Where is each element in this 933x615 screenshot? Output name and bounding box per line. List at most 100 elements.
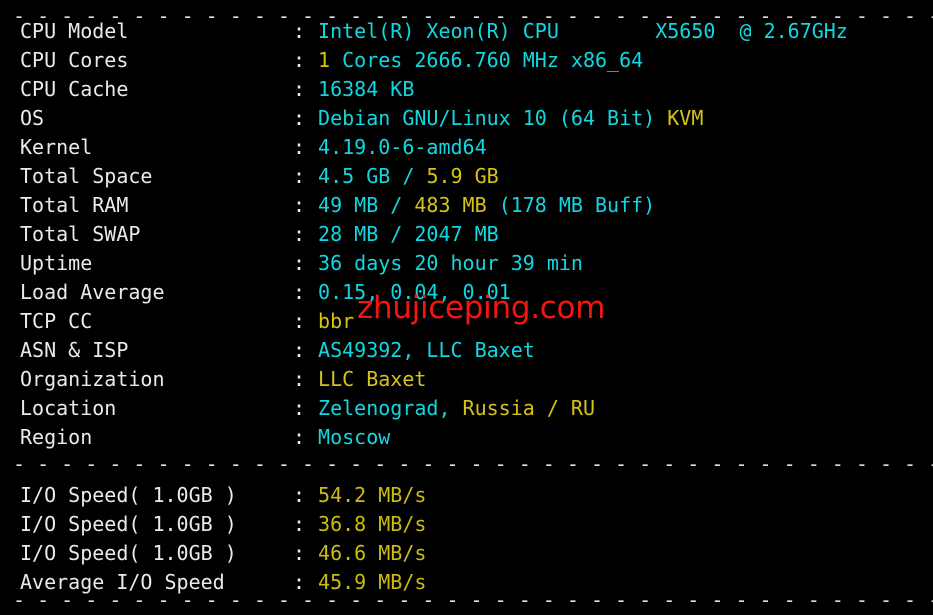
io-row-3-value-part: 46.6 MB/s bbox=[318, 541, 427, 565]
info-row-asn-isp: ASN & ISP: AS49392, LLC Baxet bbox=[0, 336, 933, 365]
info-row-organization-value-part: LLC Baxet bbox=[318, 367, 427, 391]
io-row-2-value: 36.8 MB/s bbox=[318, 510, 426, 539]
info-row-region: Region: Moscow bbox=[0, 423, 933, 452]
info-row-total-ram-value-part: 483 MB bbox=[414, 193, 499, 217]
info-row-tcp-cc-label: TCP CC bbox=[20, 309, 93, 333]
info-row-asn-isp-label: ASN & ISP bbox=[20, 338, 129, 362]
info-row-os-value-part: Debian GNU/Linux 10 (64 Bit) bbox=[318, 106, 668, 130]
info-row-kernel: Kernel:4.19.0-6-amd64 bbox=[0, 133, 933, 162]
info-row-region-value: Moscow bbox=[318, 423, 390, 452]
info-row-cpu-cache-value: 16384 KB bbox=[318, 75, 414, 104]
info-row-cpu-cores-value-part: 2666.760 bbox=[414, 48, 511, 72]
io-row-2-label: I/O Speed( 1.0GB ) bbox=[20, 512, 237, 536]
io-row-1-value: 54.2 MB/s bbox=[318, 481, 426, 510]
info-row-cpu-model: CPU Model: Intel(R) Xeon(R) CPU X5650 @ 2… bbox=[0, 17, 933, 46]
info-row-location-value: Zelenograd, Russia / RU bbox=[318, 394, 595, 423]
info-row-cpu-cores-value-part: 1 bbox=[318, 48, 331, 72]
info-row-total-ram-value-part: 49 MB bbox=[318, 193, 391, 217]
info-row-os-value: Debian GNU/Linux 10 (64 Bit) KVM bbox=[318, 104, 703, 133]
info-row-cpu-cores-label: CPU Cores bbox=[20, 48, 129, 72]
info-row-total-swap-value-part: 28 MB / 2047 MB bbox=[318, 222, 499, 246]
info-row-os-colon: : bbox=[293, 106, 306, 130]
info-row-location-value-part: Zelenograd, bbox=[318, 396, 463, 420]
info-row-total-swap-colon: : bbox=[293, 222, 306, 246]
info-row-total-ram-label: Total RAM bbox=[20, 193, 129, 217]
info-row-cpu-cores-value-part: MHz bbox=[510, 48, 571, 72]
info-row-region-label: Region bbox=[20, 425, 93, 449]
info-row-cpu-model-label: CPU Model bbox=[20, 19, 129, 43]
separator-bottom: - - - - - - - - - - - - - - - - - - - - … bbox=[13, 588, 933, 612]
io-row-1-value-part: 54.2 MB/s bbox=[318, 483, 427, 507]
info-row-cpu-cache-colon: : bbox=[293, 77, 306, 101]
info-row-total-space-value-part: 4.5 GB bbox=[318, 164, 403, 188]
info-row-location-colon: : bbox=[293, 396, 306, 420]
info-row-cpu-model-colon: : bbox=[293, 19, 306, 43]
info-row-total-ram: Total RAM:49 MB / 483 MB (178 MB Buff) bbox=[0, 191, 933, 220]
io-row-1: I/O Speed( 1.0GB ):54.2 MB/s bbox=[0, 481, 933, 510]
info-row-cpu-cores-value: 1 Cores 2666.760 MHz x86_64 bbox=[318, 46, 643, 75]
info-row-total-swap-label: Total SWAP bbox=[20, 222, 141, 246]
info-row-tcp-cc-value-part: bbr bbox=[318, 309, 355, 333]
info-row-cpu-model-value: Intel(R) Xeon(R) CPU X5650 @ 2.67GHz bbox=[318, 17, 848, 46]
info-row-os-label: OS bbox=[20, 106, 45, 130]
io-row-1-colon: : bbox=[293, 483, 306, 507]
info-row-total-space-value-part: / bbox=[402, 164, 427, 188]
info-row-region-value-part: Moscow bbox=[318, 425, 391, 449]
info-row-total-ram-value: 49 MB / 483 MB (178 MB Buff) bbox=[318, 191, 655, 220]
io-row-3-value: 46.6 MB/s bbox=[318, 539, 426, 568]
info-row-organization-colon: : bbox=[293, 367, 306, 391]
info-row-total-swap-value: 28 MB / 2047 MB bbox=[318, 220, 499, 249]
info-row-location: Location: Zelenograd, Russia / RU bbox=[0, 394, 933, 423]
io-row-2-value-part: 36.8 MB/s bbox=[318, 512, 427, 536]
info-row-location-value-part: Russia / RU bbox=[462, 396, 595, 420]
info-row-asn-isp-colon: : bbox=[293, 338, 306, 362]
info-row-uptime-colon: : bbox=[293, 251, 306, 275]
info-row-total-ram-value-part: (178 MB Buff) bbox=[498, 193, 656, 217]
info-row-kernel-value: 4.19.0-6-amd64 bbox=[318, 133, 487, 162]
watermark-zhujiceping: zhujiceping.com bbox=[357, 290, 606, 326]
info-row-organization: Organization: LLC Baxet bbox=[0, 365, 933, 394]
info-row-cpu-cores: CPU Cores:1 Cores 2666.760 MHz x86_64 bbox=[0, 46, 933, 75]
info-row-asn-isp-value: AS49392, LLC Baxet bbox=[318, 336, 535, 365]
info-row-total-space: Total Space:4.5 GB / 5.9 GB bbox=[0, 162, 933, 191]
io-row-3: I/O Speed( 1.0GB ):46.6 MB/s bbox=[0, 539, 933, 568]
info-row-cpu-cache-value-part: 16384 KB bbox=[318, 77, 415, 101]
info-row-organization-label: Organization bbox=[20, 367, 165, 391]
info-row-kernel-label: Kernel bbox=[20, 135, 93, 159]
info-row-cpu-cache: CPU Cache:16384 KB bbox=[0, 75, 933, 104]
info-row-load-average-label: Load Average bbox=[20, 280, 165, 304]
info-row-uptime: Uptime:36 days 20 hour 39 min bbox=[0, 249, 933, 278]
info-row-uptime-value: 36 days 20 hour 39 min bbox=[318, 249, 583, 278]
info-row-os-value-part: KVM bbox=[667, 106, 704, 130]
info-row-total-ram-colon: : bbox=[293, 193, 306, 217]
io-row-2-colon: : bbox=[293, 512, 306, 536]
info-row-cpu-cache-label: CPU Cache bbox=[20, 77, 129, 101]
info-row-cpu-model-value-part: Intel(R) Xeon(R) CPU X5650 @ 2.67GHz bbox=[318, 19, 848, 43]
info-row-kernel-value-part: 4.19.0-6-amd64 bbox=[318, 135, 487, 159]
info-row-tcp-cc-colon: : bbox=[293, 309, 306, 333]
terminal-window: - - - - - - - - - - - - - - - - - - - - … bbox=[0, 0, 933, 615]
info-row-total-space-colon: : bbox=[293, 164, 306, 188]
info-row-load-average-colon: : bbox=[293, 280, 306, 304]
info-row-total-space-value-part: 5.9 GB bbox=[426, 164, 499, 188]
io-row-2: I/O Speed( 1.0GB ):36.8 MB/s bbox=[0, 510, 933, 539]
info-row-cpu-cores-value-part: Cores bbox=[330, 48, 415, 72]
info-row-cpu-cores-value-part: x86_64 bbox=[570, 48, 644, 72]
io-row-1-label: I/O Speed( 1.0GB ) bbox=[20, 483, 237, 507]
info-row-kernel-colon: : bbox=[293, 135, 306, 159]
info-row-os: OS: Debian GNU/Linux 10 (64 Bit) KVM bbox=[0, 104, 933, 133]
info-row-asn-isp-value-part: AS49392, LLC Baxet bbox=[318, 338, 535, 362]
io-row-3-label: I/O Speed( 1.0GB ) bbox=[20, 541, 237, 565]
info-row-location-label: Location bbox=[20, 396, 117, 420]
info-row-tcp-cc-value: bbr bbox=[318, 307, 354, 336]
info-row-organization-value: LLC Baxet bbox=[318, 365, 426, 394]
info-row-total-ram-value-part: / bbox=[390, 193, 415, 217]
io-row-3-colon: : bbox=[293, 541, 306, 565]
info-row-cpu-cores-colon: : bbox=[293, 48, 306, 72]
separator-middle: - - - - - - - - - - - - - - - - - - - - … bbox=[13, 452, 933, 476]
info-row-uptime-value-part: 36 days 20 hour 39 min bbox=[318, 251, 583, 275]
info-row-total-swap: Total SWAP:28 MB / 2047 MB bbox=[0, 220, 933, 249]
info-row-uptime-label: Uptime bbox=[20, 251, 93, 275]
info-row-total-space-label: Total Space bbox=[20, 164, 153, 188]
info-row-total-space-value: 4.5 GB / 5.9 GB bbox=[318, 162, 499, 191]
